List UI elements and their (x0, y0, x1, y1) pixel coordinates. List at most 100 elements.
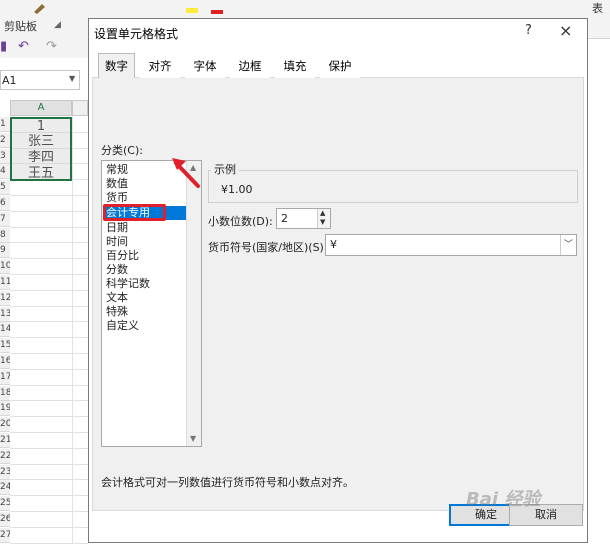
category-item[interactable]: 科学记数 (106, 277, 150, 291)
row-header[interactable]: 7 (0, 211, 10, 227)
row-header[interactable]: 1 (0, 117, 10, 132)
decimal-places-spinner[interactable]: 2 ▲ ▼ (276, 208, 331, 229)
help-button[interactable]: ? (525, 23, 532, 38)
tab-font[interactable]: 字体 (185, 54, 225, 78)
row-header[interactable]: 3 (0, 148, 10, 164)
row-header[interactable]: 27 (0, 527, 10, 543)
row-header[interactable]: 4 (0, 164, 10, 180)
name-box[interactable]: A1 ▼ (0, 70, 80, 90)
currency-symbol-value: ¥ (330, 238, 337, 251)
category-label: 分类(C): (101, 144, 143, 157)
redo-icon[interactable]: ↷ (46, 39, 57, 54)
clipboard-group-label: 剪贴板 (4, 20, 37, 33)
row-header[interactable]: 14 (0, 322, 10, 338)
decimal-places-label: 小数位数(D): (208, 215, 273, 228)
font-color-icon[interactable] (210, 2, 226, 14)
row-header[interactable]: 23 (0, 464, 10, 480)
grid-line (10, 337, 88, 339)
row-header[interactable]: 2 (0, 132, 10, 148)
grid-line (10, 353, 88, 354)
row-header[interactable]: 8 (0, 227, 10, 243)
column-header-b[interactable] (72, 100, 88, 116)
clipboard-brush-icon[interactable] (32, 2, 48, 14)
ribbon-right-label: 表 (592, 2, 603, 15)
close-button[interactable]: × (559, 21, 572, 40)
tab-fill[interactable]: 填充 (275, 54, 315, 78)
spin-up-icon[interactable]: ▲ (320, 209, 325, 217)
grid-line (10, 400, 88, 402)
row-header[interactable]: 5 (0, 180, 10, 196)
grid-line (10, 447, 88, 449)
grid-line (10, 479, 88, 481)
row-header[interactable]: 25 (0, 496, 10, 512)
category-scrollbar[interactable]: ▲ ▼ (186, 161, 201, 446)
row-header[interactable]: 6 (0, 196, 10, 211)
row-header[interactable]: 10 (0, 259, 10, 275)
row-header[interactable]: 17 (0, 369, 10, 385)
category-item[interactable]: 百分比 (106, 249, 139, 263)
quick-access-toolbar: ▮ ↶ ↷ (0, 38, 88, 58)
row-header[interactable]: 9 (0, 243, 10, 259)
grid-line (10, 226, 88, 228)
save-icon[interactable]: ▮ (0, 39, 7, 54)
category-item[interactable]: 数值 (106, 177, 128, 191)
grid-line (10, 368, 88, 370)
highlight-color-icon[interactable] (185, 2, 201, 14)
row-header[interactable]: 13 (0, 306, 10, 322)
grid-line (10, 210, 88, 212)
row-header[interactable]: 26 (0, 512, 10, 527)
category-item[interactable]: 分数 (106, 263, 128, 277)
category-item[interactable]: 自定义 (106, 319, 139, 333)
row-header[interactable]: 18 (0, 385, 10, 401)
currency-symbol-label: 货币符号(国家/地区)(S): (208, 241, 328, 254)
grid-line (10, 195, 88, 196)
format-description: 会计格式可对一列数值进行货币符号和小数点对齐。 (101, 476, 354, 489)
watermark: Bai 经验 (466, 489, 541, 510)
spinner-buttons[interactable]: ▲ ▼ (317, 209, 330, 228)
row-header[interactable]: 15 (0, 338, 10, 354)
format-cells-dialog: 设置单元格格式 ? × 分类(C): 常规 数值 货币 会计专用 日期 时间 百… (88, 18, 588, 543)
grid-line (10, 432, 88, 433)
row-header[interactable]: 16 (0, 354, 10, 369)
row-header[interactable]: 21 (0, 433, 10, 448)
category-item[interactable]: 特殊 (106, 305, 128, 319)
tab-alignment[interactable]: 对齐 (140, 54, 180, 78)
category-item[interactable]: 日期 (106, 221, 128, 235)
dialog-title: 设置单元格格式 (94, 27, 179, 41)
sample-group (208, 170, 578, 203)
row-header[interactable]: 20 (0, 417, 10, 433)
sample-label: 示例 (211, 161, 239, 177)
scroll-down-icon[interactable]: ▼ (190, 434, 196, 443)
category-item[interactable]: 常规 (106, 163, 128, 177)
row-header[interactable]: 19 (0, 401, 10, 417)
scroll-up-icon[interactable]: ▲ (190, 163, 196, 172)
category-item[interactable]: 文本 (106, 291, 128, 305)
chevron-down-icon[interactable]: ﹀ (560, 235, 576, 255)
grid-line (10, 289, 88, 291)
category-list[interactable]: 常规 数值 货币 会计专用 日期 时间 百分比 分数 科学记数 文本 特殊 自定… (101, 160, 202, 447)
dialog-launcher-icon[interactable]: ◢ (54, 20, 61, 30)
grid-line (10, 416, 88, 418)
grid-line (10, 526, 88, 528)
row-header[interactable]: 24 (0, 480, 10, 496)
chevron-down-icon[interactable]: ▼ (69, 74, 75, 83)
sample-value: ¥1.00 (221, 183, 253, 196)
tab-border[interactable]: 边框 (230, 54, 270, 78)
undo-icon[interactable]: ↶ (18, 39, 29, 54)
grid-line (10, 242, 88, 244)
grid-line (10, 384, 88, 386)
category-item[interactable]: 货币 (106, 191, 128, 205)
decimal-places-value: 2 (281, 212, 288, 225)
row-header[interactable]: 12 (0, 290, 10, 306)
selected-range (10, 117, 72, 181)
category-item[interactable]: 时间 (106, 235, 128, 249)
spin-down-icon[interactable]: ▼ (320, 218, 325, 226)
row-header[interactable]: 11 (0, 275, 10, 290)
tab-number[interactable]: 数字 (98, 53, 135, 78)
grid-line (10, 511, 88, 512)
currency-symbol-select[interactable]: ¥ ﹀ (325, 234, 577, 256)
grid-line (10, 274, 88, 275)
row-header[interactable]: 22 (0, 448, 10, 464)
column-header-a[interactable]: A (10, 100, 72, 116)
tab-protection[interactable]: 保护 (320, 54, 360, 78)
